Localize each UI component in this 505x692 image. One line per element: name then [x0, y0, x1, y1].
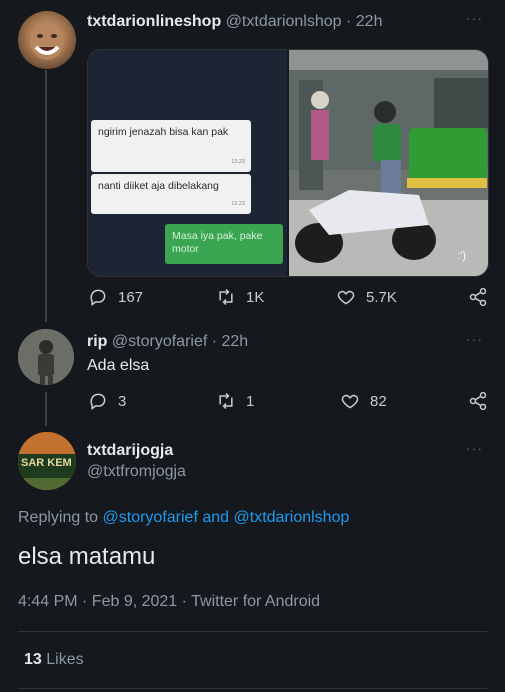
retweet-icon [219, 392, 233, 410]
chat-message: ngirim jenazah bisa kan pak [98, 126, 229, 138]
divider [18, 688, 487, 689]
avatar[interactable]: SAR KEM [18, 432, 76, 490]
chat-screenshot: ngirim jenazah bisa kan pak 13.23 nanti … [88, 50, 287, 276]
main-tweet-text: elsa matamu [18, 543, 156, 570]
tweet-text: Ada elsa [87, 357, 150, 374]
reply-icon [90, 289, 106, 306]
reply-button[interactable]: 167 [88, 287, 143, 307]
likes-label: Likes [46, 651, 84, 668]
more-options-icon[interactable]: ··· [466, 10, 483, 26]
retweet-count: 1 [246, 392, 255, 410]
avatar[interactable] [18, 329, 74, 385]
share-icon [469, 391, 487, 411]
display-name[interactable]: rip [87, 333, 107, 350]
retweet-count: 1K [246, 288, 265, 306]
handle-time[interactable]: @storyofarief · 22h [112, 333, 248, 350]
like-button[interactable]: 5.7K [336, 287, 397, 307]
reply-count: 3 [118, 392, 127, 410]
share-button[interactable] [468, 287, 488, 307]
like-button[interactable]: 82 [340, 391, 387, 411]
retweet-button[interactable]: 1K [216, 287, 264, 307]
reply-user-link[interactable]: @txtdarionlshop [234, 509, 350, 526]
heart-icon [341, 394, 359, 409]
handle[interactable]: @txtfromjogja [87, 463, 186, 481]
share-icon [469, 287, 487, 307]
chat-time: 13.23 [231, 201, 245, 207]
reply-count: 167 [118, 288, 144, 306]
chat-message: nanti diiket aja dibelakang [98, 180, 219, 192]
more-options-icon[interactable]: ··· [466, 440, 483, 456]
retweet-icon [219, 288, 233, 306]
chat-time: 13.23 [231, 159, 245, 165]
display-name[interactable]: txtdarionlineshop [87, 13, 221, 30]
divider [18, 631, 487, 632]
likes-count: 13 [24, 651, 42, 668]
display-name[interactable]: txtdarijogja [87, 442, 173, 460]
tweet-meta[interactable]: 4:44 PM · Feb 9, 2021 · Twitter for Andr… [18, 593, 320, 611]
share-button[interactable] [468, 391, 488, 411]
like-count: 82 [370, 392, 387, 410]
more-options-icon[interactable]: ··· [466, 331, 483, 347]
reply-icon [90, 393, 106, 410]
chat-message: Masa iya pak, pake motor [172, 230, 263, 255]
photo: :') [289, 50, 488, 276]
avatar-sign-text: SAR KEM [21, 457, 72, 469]
heart-icon [337, 290, 355, 305]
retweet-button[interactable]: 1 [216, 391, 254, 411]
reply-button[interactable]: 3 [88, 391, 126, 411]
photo-watermark: :') [457, 250, 466, 262]
tweet-media[interactable]: ngirim jenazah bisa kan pak 13.23 nanti … [87, 49, 489, 277]
handle-time[interactable]: @txtdarionlshop · 22h [226, 13, 383, 30]
reply-user-link[interactable]: @storyofarief [103, 509, 198, 526]
reply-and: and [202, 509, 230, 526]
replying-prefix: Replying to [18, 509, 99, 526]
like-count: 5.7K [366, 288, 397, 306]
replying-to: Replying to @storyofarief and @txtdarion… [18, 509, 349, 527]
thread-line [45, 392, 47, 426]
thread-line [45, 70, 47, 322]
likes-summary[interactable]: 13 Likes [24, 651, 84, 669]
avatar[interactable] [18, 11, 76, 69]
